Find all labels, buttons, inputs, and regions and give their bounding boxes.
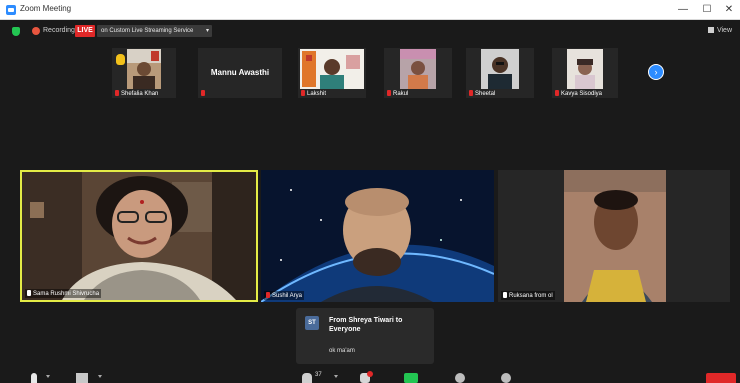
participant-thumbnail[interactable]: Kavya Sisodiya <box>552 48 618 98</box>
participant-video <box>400 49 436 89</box>
mic-icon <box>503 292 507 298</box>
sender-avatar: ST <box>305 316 319 330</box>
participant-name: Sushil Arya <box>272 293 303 299</box>
close-button[interactable]: ✕ <box>718 1 740 19</box>
participant-video <box>22 172 256 300</box>
participant-video <box>498 170 730 302</box>
shield-icon[interactable] <box>12 27 20 36</box>
meeting-toolbar: 37 <box>0 370 740 383</box>
chevron-up-icon[interactable] <box>98 375 102 378</box>
participant-name: Shefalia Khan <box>121 91 159 97</box>
chat-notification[interactable]: ST From Shreya Tiwari to Everyone ok ma'… <box>296 308 434 364</box>
mic-muted-icon <box>115 90 119 96</box>
chevron-right-icon[interactable]: › <box>648 64 664 80</box>
reactions-icon[interactable] <box>501 373 511 383</box>
participant-video <box>261 170 494 302</box>
raised-hand-icon <box>116 54 125 65</box>
record-icon[interactable] <box>455 373 465 383</box>
recording-dot-icon <box>32 27 40 35</box>
view-button[interactable]: View <box>707 27 732 34</box>
participant-thumbnail[interactable]: Rakul <box>384 48 452 98</box>
participant-name: Rakul <box>393 91 409 97</box>
participant-thumbnail[interactable]: Mannu Awasthi <box>198 48 282 98</box>
chevron-up-icon[interactable] <box>46 375 50 378</box>
chat-message: ok ma'am <box>329 348 355 354</box>
mic-muted-icon <box>469 90 473 96</box>
participant-video <box>127 49 161 89</box>
participant-video <box>300 49 364 89</box>
minimize-button[interactable]: — <box>672 1 694 19</box>
participant-count: 37 <box>315 372 322 378</box>
mic-muted-icon <box>266 292 270 298</box>
participant-name: Ruksana from ol <box>509 293 553 299</box>
mic-icon <box>27 290 31 296</box>
zoom-app-icon <box>6 5 16 15</box>
live-badge[interactable]: LIVE <box>75 25 95 37</box>
live-stream-dropdown[interactable]: on Custom Live Streaming Service ▾ <box>97 25 212 37</box>
participant-name: Lakshit <box>307 91 327 97</box>
meeting-status-bar: Recording LIVE on Custom Live Streaming … <box>0 20 740 42</box>
video-camera-icon[interactable] <box>76 373 88 383</box>
participant-name: Sama Rushmi Shivrucha <box>33 291 100 297</box>
maximize-button[interactable]: ☐ <box>696 1 718 19</box>
chevron-down-icon: ▾ <box>205 28 209 34</box>
live-stream-target: on Custom Live Streaming Service <box>101 28 194 34</box>
recording-label[interactable]: Recording <box>43 27 75 34</box>
participant-thumbnail[interactable]: Sheetal <box>466 48 534 98</box>
mic-muted-icon <box>555 90 559 96</box>
participant-video <box>481 49 519 89</box>
participant-thumbnail[interactable]: Shefalia Khan <box>112 48 176 98</box>
microphone-icon[interactable] <box>31 373 37 383</box>
end-meeting-button[interactable] <box>706 373 736 383</box>
participant-tile[interactable]: Ruksana from ol <box>498 170 730 302</box>
mic-muted-icon <box>201 90 205 96</box>
participant-name: Sheetal <box>475 91 496 97</box>
grid-view-icon <box>707 27 714 33</box>
participant-thumbnail-strip: Shefalia Khan Mannu Awasthi Lakshit Raku… <box>112 48 642 100</box>
view-label: View <box>716 27 732 34</box>
participant-display-name: Mannu Awasthi <box>210 68 270 77</box>
participant-name: Kavya Sisodiya <box>561 91 603 97</box>
participant-thumbnail[interactable]: Lakshit <box>298 48 366 98</box>
mic-muted-icon <box>387 90 391 96</box>
window-title: Zoom Meeting <box>20 4 72 13</box>
chevron-up-icon[interactable] <box>334 375 338 378</box>
mic-muted-icon <box>301 90 305 96</box>
unread-badge <box>367 371 373 377</box>
window-title-bar: Zoom Meeting — ☐ ✕ <box>0 0 740 20</box>
participant-tile[interactable]: Sushil Arya <box>261 170 494 302</box>
participant-tile-active-speaker[interactable]: Sama Rushmi Shivrucha <box>20 170 258 302</box>
chat-sender: From Shreya Tiwari to Everyone <box>329 317 403 333</box>
share-screen-icon[interactable] <box>404 373 418 383</box>
participants-icon[interactable] <box>302 373 312 383</box>
participant-video <box>567 49 603 89</box>
